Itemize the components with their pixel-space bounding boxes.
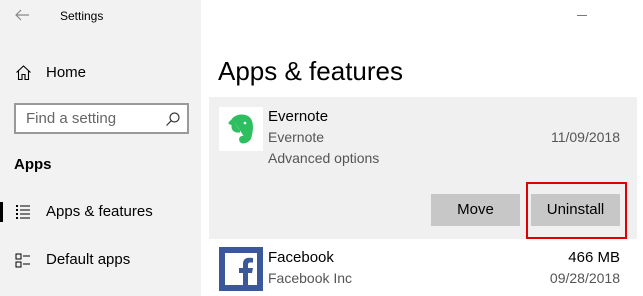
app-icon-container: [219, 107, 263, 151]
facebook-f-icon: [225, 253, 257, 285]
app-publisher: Facebook Inc: [268, 270, 353, 286]
sidebar-item-apps-features[interactable]: Apps & features: [0, 196, 201, 228]
app-item-facebook[interactable]: Facebook 466 MB Facebook Inc 09/28/2018: [209, 239, 637, 296]
selection-indicator: [0, 202, 3, 222]
sidebar-item-label: Apps & features: [46, 203, 153, 220]
home-label: Home: [46, 64, 87, 81]
default-apps-icon: [15, 253, 30, 268]
sidebar: Settings Home Apps Apps & features: [0, 0, 201, 296]
main-content: Apps & features Evernote Evernote 11/09/…: [201, 0, 643, 296]
search-box[interactable]: [14, 103, 189, 134]
app-size: 466 MB: [568, 249, 620, 266]
app-publisher: Evernote: [268, 129, 325, 145]
title-bar: Settings: [0, 0, 201, 32]
back-arrow-icon[interactable]: [14, 7, 30, 23]
app-install-date: 11/09/2018: [550, 129, 620, 145]
sidebar-item-label: Default apps: [46, 251, 131, 268]
sidebar-item-default-apps[interactable]: Default apps: [0, 244, 201, 276]
minimize-icon[interactable]: [577, 15, 587, 16]
advanced-options-link[interactable]: Advanced options: [268, 150, 379, 166]
search-input[interactable]: [16, 105, 156, 132]
search-icon[interactable]: [165, 111, 181, 127]
app-name: Facebook: [268, 249, 334, 266]
section-label-apps: Apps: [14, 156, 52, 173]
window-title: Settings: [60, 9, 104, 23]
home-icon: [16, 65, 31, 81]
page-title: Apps & features: [218, 56, 403, 86]
apps-list-icon: [16, 205, 30, 219]
evernote-elephant-icon: [228, 114, 253, 144]
app-icon-container: [219, 247, 263, 291]
move-button[interactable]: Move: [431, 194, 520, 226]
sidebar-item-home[interactable]: Home: [0, 58, 201, 88]
app-install-date: 09/28/2018: [549, 270, 620, 286]
highlight-annotation: [526, 182, 627, 239]
app-name: Evernote: [268, 108, 329, 125]
